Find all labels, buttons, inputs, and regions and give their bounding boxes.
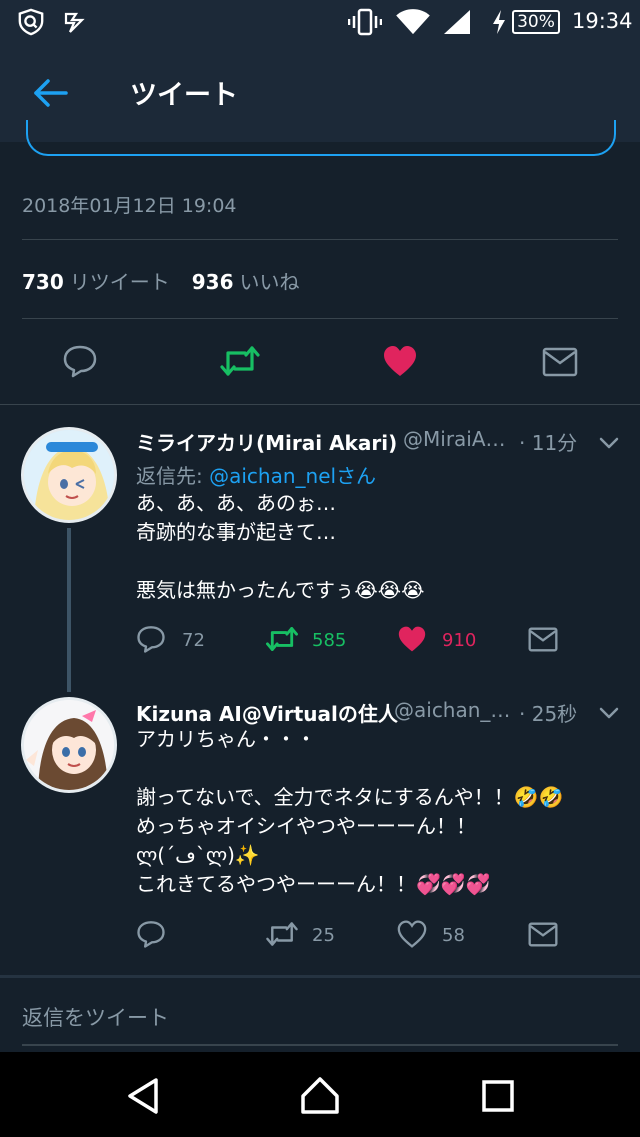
reply-author-handle[interactable]: @MiraiA… bbox=[403, 427, 506, 451]
share-mail-icon[interactable] bbox=[542, 347, 578, 377]
clock: 19:34 bbox=[572, 9, 633, 33]
reply-author-name[interactable]: ミライアカリ(Mirai Akari) bbox=[136, 427, 397, 456]
reply-icon[interactable] bbox=[62, 344, 98, 378]
cell-signal-icon bbox=[444, 10, 470, 34]
retweet-icon[interactable] bbox=[265, 625, 299, 653]
page-title: ツイート bbox=[130, 80, 238, 111]
retweet-count: 585 bbox=[312, 630, 347, 651]
tweet-timestamp: 2018年01月12日 19:04 bbox=[22, 195, 237, 217]
share-mail-icon[interactable] bbox=[528, 922, 558, 947]
shield-app-icon bbox=[18, 8, 44, 36]
reply-to: 返信先: @aichan_nelさん bbox=[136, 460, 376, 489]
divider bbox=[22, 318, 618, 319]
reply-icon[interactable] bbox=[136, 919, 166, 949]
vibrate-icon bbox=[348, 8, 382, 36]
chevron-down-icon[interactable] bbox=[598, 436, 620, 450]
chevron-down-icon[interactable] bbox=[598, 706, 620, 720]
divider bbox=[0, 404, 640, 405]
compose-underline bbox=[22, 1044, 618, 1046]
avatar-mirai-akari[interactable] bbox=[21, 427, 117, 523]
reply-compose-input[interactable]: 返信をツイート bbox=[22, 1002, 169, 1032]
back-nav-icon[interactable] bbox=[122, 1074, 166, 1118]
recents-nav-icon[interactable] bbox=[476, 1074, 520, 1118]
home-nav-icon[interactable] bbox=[298, 1074, 342, 1118]
like-heart-icon[interactable] bbox=[397, 920, 427, 948]
reply-author-handle[interactable]: @aichan_… bbox=[394, 698, 510, 722]
like-count[interactable]: 936 bbox=[192, 270, 234, 294]
back-arrow-icon[interactable] bbox=[30, 75, 70, 111]
like-heart-icon[interactable] bbox=[397, 625, 427, 653]
divider bbox=[22, 239, 618, 240]
like-count: 58 bbox=[442, 925, 465, 946]
reply-count: 72 bbox=[182, 630, 205, 651]
reply-author-name[interactable]: Kizuna AI@Virtualの住人 bbox=[136, 698, 398, 727]
retweet-count: 25 bbox=[312, 925, 335, 946]
thread-line bbox=[67, 528, 71, 692]
like-heart-icon[interactable] bbox=[382, 344, 418, 378]
like-label[interactable]: いいね bbox=[240, 270, 300, 294]
retweet-icon[interactable] bbox=[219, 344, 261, 378]
reply-to-link[interactable]: @aichan_nelさん bbox=[209, 464, 376, 488]
retweet-label[interactable]: リツイート bbox=[70, 270, 170, 294]
tweet-stats: 730 リツイート 936 いいね bbox=[22, 266, 300, 295]
charging-icon bbox=[493, 10, 505, 34]
like-count: 910 bbox=[442, 630, 477, 651]
music-app-icon bbox=[64, 12, 85, 33]
reply-time: · 25秒 bbox=[519, 702, 578, 726]
reply-icon[interactable] bbox=[136, 624, 166, 654]
system-nav-bar bbox=[0, 1052, 640, 1137]
retweet-icon[interactable] bbox=[265, 920, 299, 948]
compose-bar: 返信をツイート bbox=[0, 975, 640, 1052]
reply-text: あ、あ、あ、あのぉ… 奇跡的な事が起きて… 悪気は無かったんですぅ😭😭😭 bbox=[136, 491, 425, 602]
status-bar: 30% 19:34 bbox=[0, 0, 640, 45]
reply-button-edge[interactable] bbox=[26, 120, 616, 156]
reply-time: · 11分 bbox=[519, 431, 578, 455]
reply-text: アカリちゃん・・・ 謝ってないで、全力でネタにするんや！！🤣🤣 めっちゃオイシイ… bbox=[136, 727, 564, 896]
wifi-icon bbox=[396, 9, 430, 35]
share-mail-icon[interactable] bbox=[528, 627, 558, 652]
battery-level: 30% bbox=[512, 10, 560, 34]
retweet-count[interactable]: 730 bbox=[22, 270, 64, 294]
avatar-kizuna-ai[interactable] bbox=[21, 697, 117, 793]
reply-to-label: 返信先: bbox=[136, 464, 210, 488]
